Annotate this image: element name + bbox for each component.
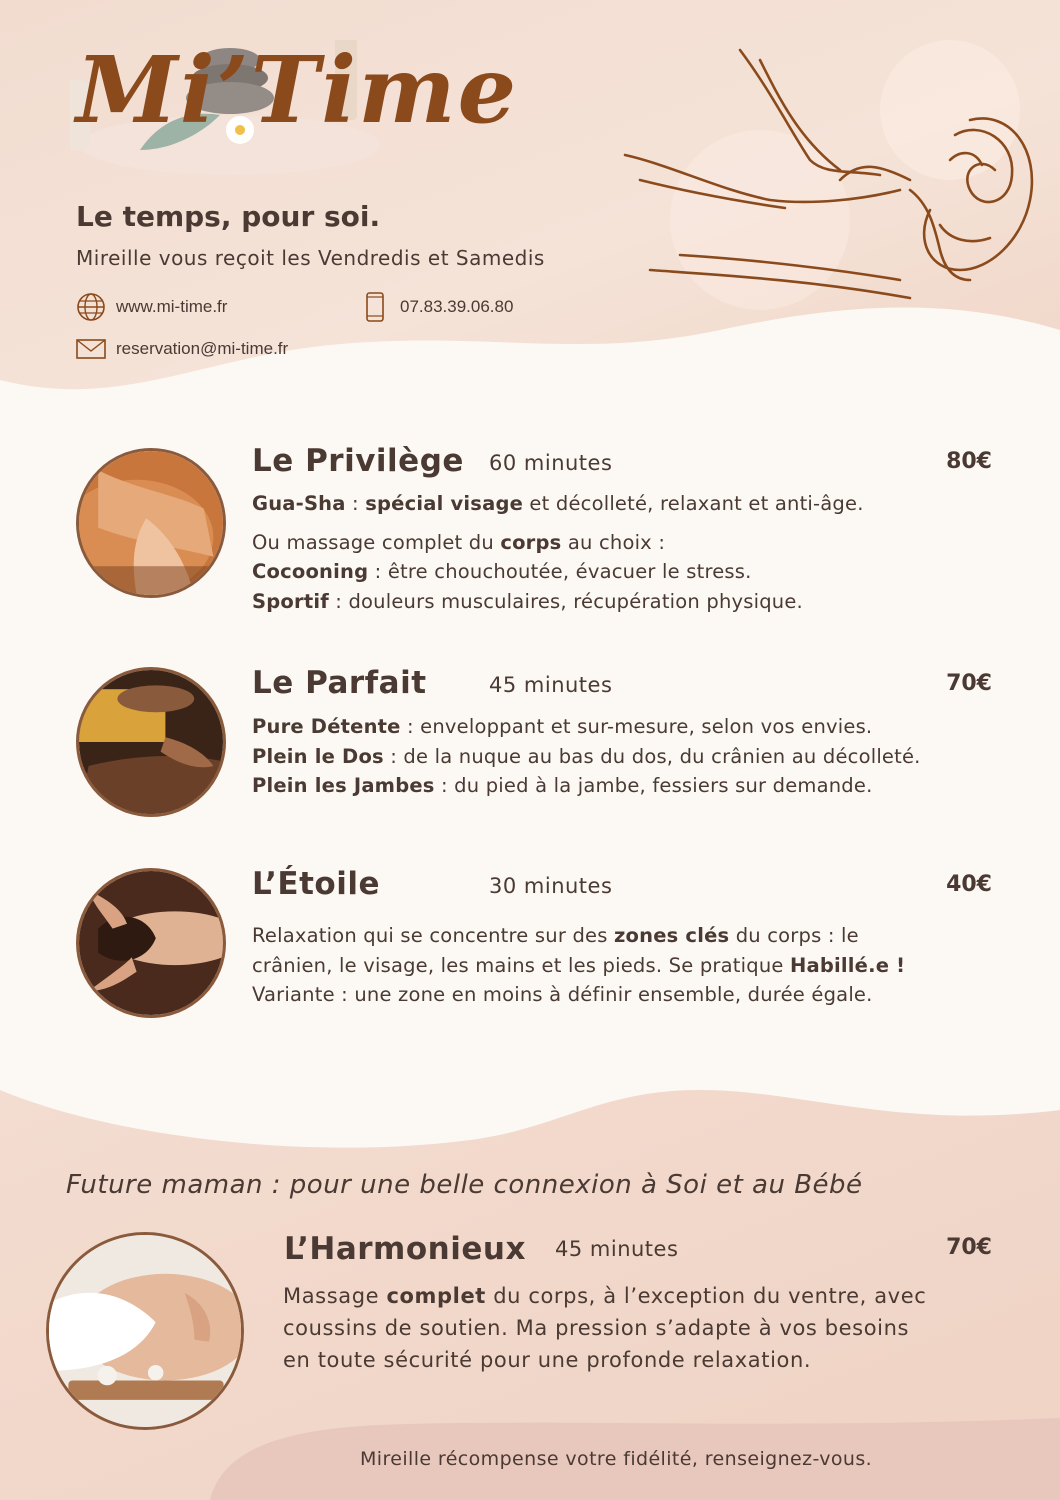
service-title: Le Privilège [252,443,464,479]
description-line: Massage complet du corps, à l’exception … [283,1284,927,1308]
website-link[interactable]: www.mi-time.fr [116,297,227,317]
phone-icon [366,292,384,322]
email-address[interactable]: reservation@mi-time.fr [116,339,288,359]
bold-text: Sportif [252,589,329,613]
bold-text: Cocooning [252,560,369,583]
bold-text: spécial visage [365,492,524,515]
bold-text: Plein les Jambes [252,774,435,797]
bold-text: Plein le Dos [252,744,384,768]
service-description: Massage complet du corps, à l’exception … [283,1280,926,1376]
service-price: 70€ [946,1235,992,1260]
service-title: Le Parfait [252,665,427,701]
tagline: Le temps, pour soi. [76,200,381,233]
service-duration: 45 minutes [555,1237,679,1261]
description-line: Gua-Sha : spécial visage et décolleté, r… [252,492,864,515]
massage-line-art [623,48,1034,300]
service-title: L’Étoile [252,866,380,902]
service-photo [76,667,226,817]
service-photo [76,868,226,1018]
description-line: en toute sécurité pour une profonde rela… [283,1348,812,1372]
phone-number[interactable]: 07.83.39.06.80 [400,297,513,317]
description-line: Cocooning : être chouchoutée, évacuer le… [252,560,752,583]
back-massage-image [79,451,223,595]
description-line: Pure Détente : enveloppant et sur-mesure… [252,715,873,738]
bold-text: complet [386,1284,486,1308]
service-description: Pure Détente : enveloppant et sur-mesure… [252,712,921,801]
service-photo [76,448,226,598]
bold-text: corps [500,530,562,554]
service-price: 80€ [946,449,992,474]
service-description: Gua-Sha : spécial visage et décolleté, r… [252,489,864,616]
service-duration: 60 minutes [489,451,613,475]
loyalty-note: Mireille récompense votre fidélité, rens… [360,1448,873,1470]
oil-massage-image [79,670,223,814]
description-line: Plein le Dos : de la nuque au bas du dos… [252,744,921,768]
service-description: Relaxation qui se concentre sur des zone… [252,921,905,1010]
description-line: Variante : une zone en moins à définir e… [252,983,873,1006]
envelope-icon [76,339,106,359]
description-line: Ou massage complet du corps au choix : [252,530,666,554]
opening-days: Mireille vous reçoit les Vendredis et Sa… [76,246,545,270]
website-contact[interactable]: www.mi-time.fr [76,292,227,322]
bold-text: zones clés [613,924,730,947]
description-line: Plein les Jambes : du pied à la jambe, f… [252,774,873,797]
service-photo [46,1232,244,1430]
service-price: 40€ [946,872,992,897]
pregnancy-massage-image [49,1235,241,1427]
bold-text: Gua-Sha [252,492,346,515]
service-duration: 45 minutes [489,673,613,697]
service-title: L’Harmonieux [284,1231,526,1267]
bold-text: Pure Détente [252,715,401,738]
service-duration: 30 minutes [489,874,613,898]
head-massage-image [79,871,223,1015]
description-line: coussins de soutien. Ma pression s’adapt… [283,1316,910,1340]
description-line: crânien, le visage, les mains et les pie… [252,953,906,977]
phone-contact[interactable]: 07.83.39.06.80 [360,292,513,322]
description-line: Sportif : douleurs musculaires, récupéra… [252,589,803,613]
email-contact[interactable]: reservation@mi-time.fr [76,334,288,364]
logo-title: Mi’Time [76,36,519,144]
service-price: 70€ [946,671,992,696]
bold-text: Habillé.e ! [789,953,906,977]
description-line: Relaxation qui se concentre sur des zone… [252,924,859,947]
globe-icon [77,293,105,321]
future-mom-heading: Future maman : pour une belle connexion … [66,1170,863,1200]
